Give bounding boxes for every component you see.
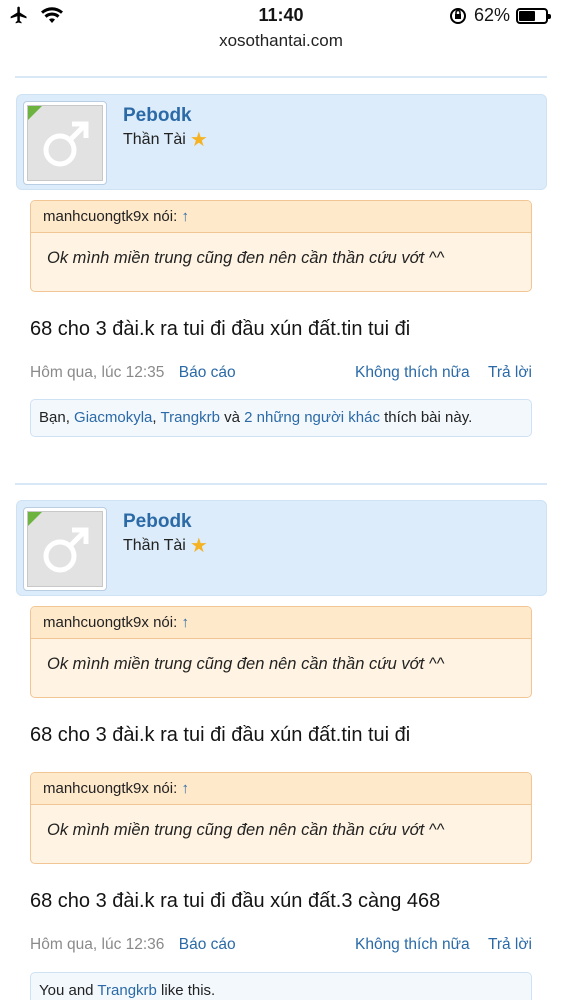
quote-header: manhcuongtk9x nói: ↑ xyxy=(31,607,531,639)
address-bar-url[interactable]: xosothantai.com xyxy=(0,31,562,51)
likes-prefix: Bạn, xyxy=(39,409,75,426)
quote-jump-arrow-icon[interactable]: ↑ xyxy=(181,208,189,225)
likes-others-link[interactable]: 2 những người khác xyxy=(244,409,380,426)
user-title: Thần Tài ★ xyxy=(123,129,208,151)
quote-author: manhcuongtk9x nói: xyxy=(43,614,178,631)
quote-text: Ok mình miền trung cũng đen nên cần thần… xyxy=(47,655,445,673)
user-title: Thần Tài ★ xyxy=(123,535,208,557)
quote-block: manhcuongtk9x nói: ↑ Ok mình miền trung … xyxy=(30,606,532,698)
liker-link[interactable]: Trangkrb xyxy=(97,982,156,999)
avatar-image xyxy=(27,105,103,181)
post-meta: Hôm qua, lúc 12:36 Báo cáo Không thích n… xyxy=(30,936,532,954)
user-title-text: Thần Tài xyxy=(123,131,186,148)
unlike-link[interactable]: Không thích nữa xyxy=(355,364,470,381)
post-date[interactable]: Hôm qua, lúc 12:36 xyxy=(30,936,164,953)
battery-fill xyxy=(519,10,535,21)
username[interactable]: Pebodk xyxy=(123,511,192,533)
quote-header: manhcuongtk9x nói: ↑ xyxy=(31,201,531,233)
likes-and: và xyxy=(219,409,245,426)
battery-percent: 62% xyxy=(473,5,510,25)
likes-suffix: like this. xyxy=(156,982,216,999)
post-message: 68 cho 3 đài.k ra tui đi đầu xún đất.tin… xyxy=(30,724,411,746)
post-meta: Hôm qua, lúc 12:35 Báo cáo Không thích n… xyxy=(30,364,532,382)
quote-author: manhcuongtk9x nói: xyxy=(43,780,178,797)
post-actions: Không thích nữa Trả lời xyxy=(355,936,532,954)
quote-jump-arrow-icon[interactable]: ↑ xyxy=(181,780,189,797)
battery-icon xyxy=(516,7,551,24)
quote-text: Ok mình miền trung cũng đen nên cần thần… xyxy=(47,249,445,267)
post-actions: Không thích nữa Trả lời xyxy=(355,364,532,382)
quote-author: manhcuongtk9x nói: xyxy=(43,208,178,225)
likes-summary: Bạn, Giacmokyla, Trangkrb và 2 những ngư… xyxy=(30,399,532,437)
post-message: 68 cho 3 đài.k ra tui đi đầu xún đất.tin… xyxy=(30,318,411,340)
reply-link[interactable]: Trả lời xyxy=(488,364,532,381)
post-author-block: Pebodk Thần Tài ★ xyxy=(16,500,547,596)
star-icon: ★ xyxy=(189,535,208,557)
report-link[interactable]: Báo cáo xyxy=(179,364,236,381)
quote-jump-arrow-icon[interactable]: ↑ xyxy=(181,614,189,631)
avatar-image xyxy=(27,511,103,587)
quote-block: manhcuongtk9x nói: ↑ Ok mình miền trung … xyxy=(30,772,532,864)
status-right: 62% xyxy=(448,5,551,26)
post-message: 68 cho 3 đài.k ra tui đi đầu xún đất.3 c… xyxy=(30,890,441,912)
quote-text: Ok mình miền trung cũng đen nên cần thần… xyxy=(47,821,445,839)
liker-link[interactable]: Trangkrb xyxy=(160,409,219,426)
liker-link[interactable]: Giacmokyla xyxy=(74,409,152,426)
reply-link[interactable]: Trả lời xyxy=(488,936,532,953)
star-icon: ★ xyxy=(189,129,208,151)
likes-suffix: thích bài này. xyxy=(379,409,473,426)
status-bar: 11:40 62% xyxy=(0,0,562,30)
avatar[interactable] xyxy=(23,101,107,185)
orientation-lock-icon xyxy=(449,7,466,24)
divider xyxy=(15,483,547,485)
user-title-text: Thần Tài xyxy=(123,537,186,554)
unlike-link[interactable]: Không thích nữa xyxy=(355,936,470,953)
likes-prefix: You and xyxy=(39,982,98,999)
quote-block: manhcuongtk9x nói: ↑ Ok mình miền trung … xyxy=(30,200,532,292)
quote-header: manhcuongtk9x nói: ↑ xyxy=(31,773,531,805)
report-link[interactable]: Báo cáo xyxy=(179,936,236,953)
divider xyxy=(15,76,547,78)
avatar[interactable] xyxy=(23,507,107,591)
male-symbol-icon xyxy=(43,527,89,573)
post-author-block: Pebodk Thần Tài ★ xyxy=(16,94,547,190)
male-symbol-icon xyxy=(43,121,89,167)
post-date[interactable]: Hôm qua, lúc 12:35 xyxy=(30,364,164,381)
username[interactable]: Pebodk xyxy=(123,105,192,127)
likes-summary: You and Trangkrb like this. xyxy=(30,972,532,1000)
